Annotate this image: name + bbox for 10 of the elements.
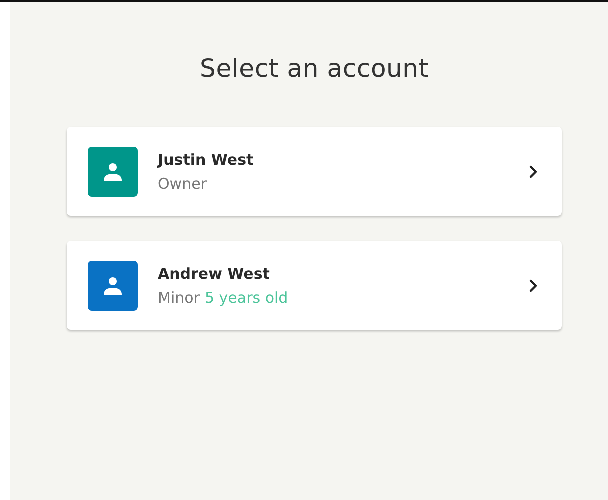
account-role: Minor — [158, 288, 200, 306]
account-card[interactable]: Andrew West Minor 5 years old — [67, 241, 562, 330]
account-name: Justin West — [158, 150, 255, 168]
account-name: Andrew West — [158, 264, 271, 282]
account-age: 5 years old — [204, 288, 288, 306]
account-role: Owner — [158, 174, 207, 192]
chevron-right-icon — [529, 278, 538, 292]
account-card[interactable]: Justin West Owner — [67, 127, 562, 216]
page-title: Select an account — [199, 54, 430, 83]
chevron-right-icon — [529, 164, 538, 178]
